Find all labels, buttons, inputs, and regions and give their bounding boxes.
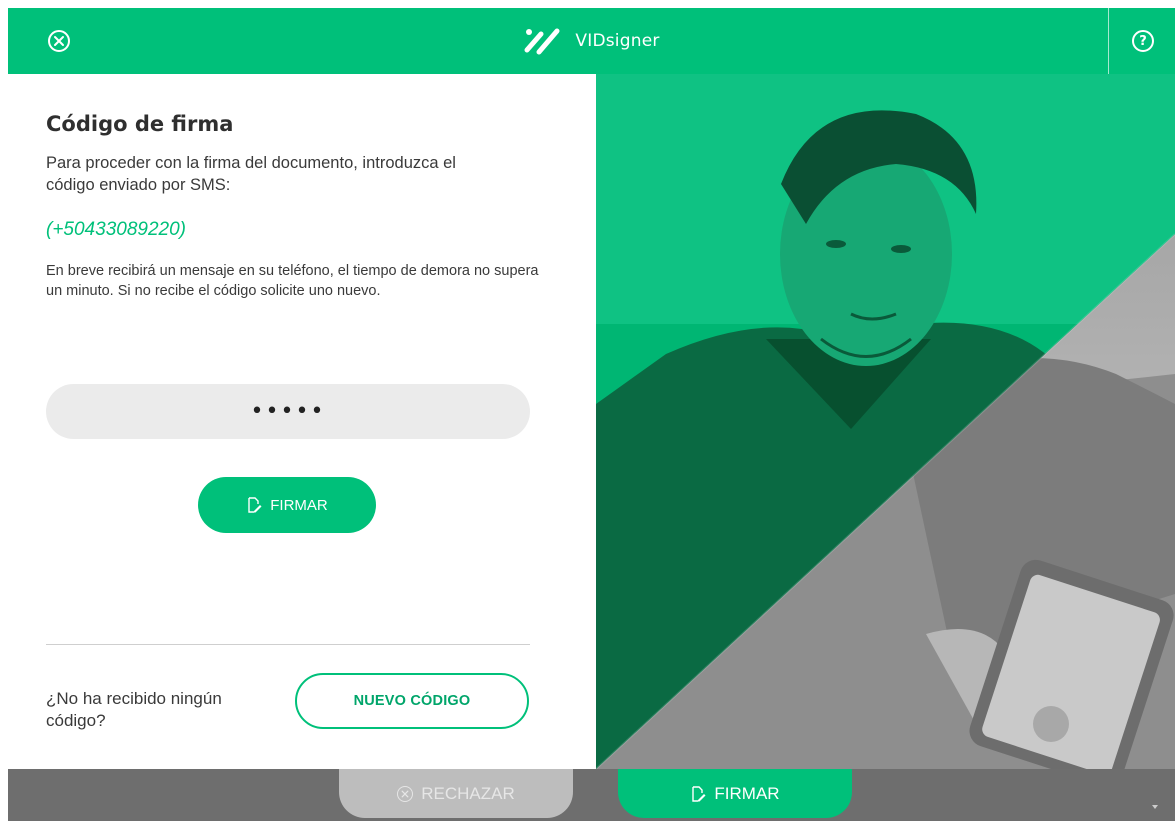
new-code-button[interactable]: NUEVO CÓDIGO <box>295 673 529 729</box>
help-icon[interactable]: ? <box>1132 30 1154 52</box>
sign-document-icon <box>248 497 262 513</box>
intro-text: Para proceder con la firma del documento… <box>46 154 456 194</box>
sign-document-icon <box>692 785 706 802</box>
signing-window: VIDsigner ? Código de firma Para procede… <box>8 8 1175 821</box>
header-divider <box>1108 8 1109 74</box>
reject-circle-icon <box>397 785 414 802</box>
section-divider <box>46 644 530 645</box>
top-bar: VIDsigner ? <box>8 8 1175 74</box>
phone-number: (+50433089220) <box>46 219 186 240</box>
info-text: En breve recibirá un mensaje en su teléf… <box>46 263 539 299</box>
sign-button-label: FIRMAR <box>270 496 328 514</box>
hero-image <box>596 74 1175 769</box>
sms-code-input[interactable] <box>46 384 530 439</box>
footer-sign-button-label: FIRMAR <box>714 783 780 803</box>
brand: VIDsigner <box>8 26 1175 56</box>
brand-name: VIDsigner <box>575 31 660 51</box>
reject-button[interactable]: RECHAZAR <box>339 769 573 818</box>
action-bar: RECHAZAR FIRMAR <box>8 769 1175 821</box>
reject-button-label: RECHAZAR <box>421 783 515 803</box>
vidsigner-logo-icon <box>524 28 560 55</box>
sms-code-panel: Código de firma Para proceder con la fir… <box>8 74 596 769</box>
no-code-text: ¿No ha recibido ningún código? <box>46 689 222 730</box>
footer-sign-button[interactable]: FIRMAR <box>618 769 852 818</box>
chevron-down-icon[interactable] <box>1152 805 1158 809</box>
sign-button[interactable]: FIRMAR <box>198 477 376 533</box>
panel-title: Código de firma <box>46 112 234 136</box>
